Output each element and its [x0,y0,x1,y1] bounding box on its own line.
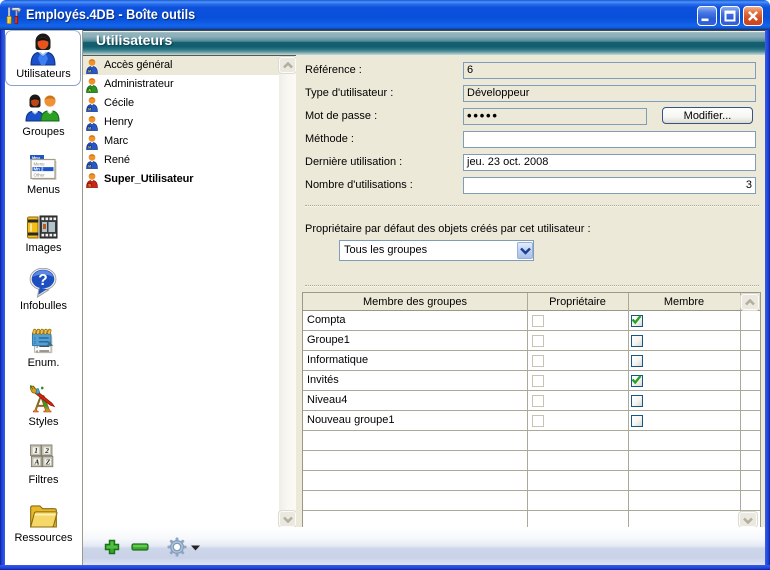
svg-text:Mn 2: Mn 2 [34,167,45,172]
svg-text:Z: Z [45,457,51,466]
svg-text:?: ? [38,272,47,289]
svg-text:2: 2 [44,446,49,455]
svg-text:M: M [88,146,91,150]
svg-text:M: M [88,127,91,131]
svg-text:M: M [88,165,91,169]
svg-text:S: S [88,183,91,188]
svg-text:2: 2 [34,340,36,344]
svg-text:Other: Other [34,173,46,178]
svg-text:1: 1 [34,446,38,455]
svg-text:M: M [88,70,91,74]
svg-text:M: M [88,108,91,112]
svg-text:A: A [33,457,39,466]
svg-text:A: A [88,88,91,93]
